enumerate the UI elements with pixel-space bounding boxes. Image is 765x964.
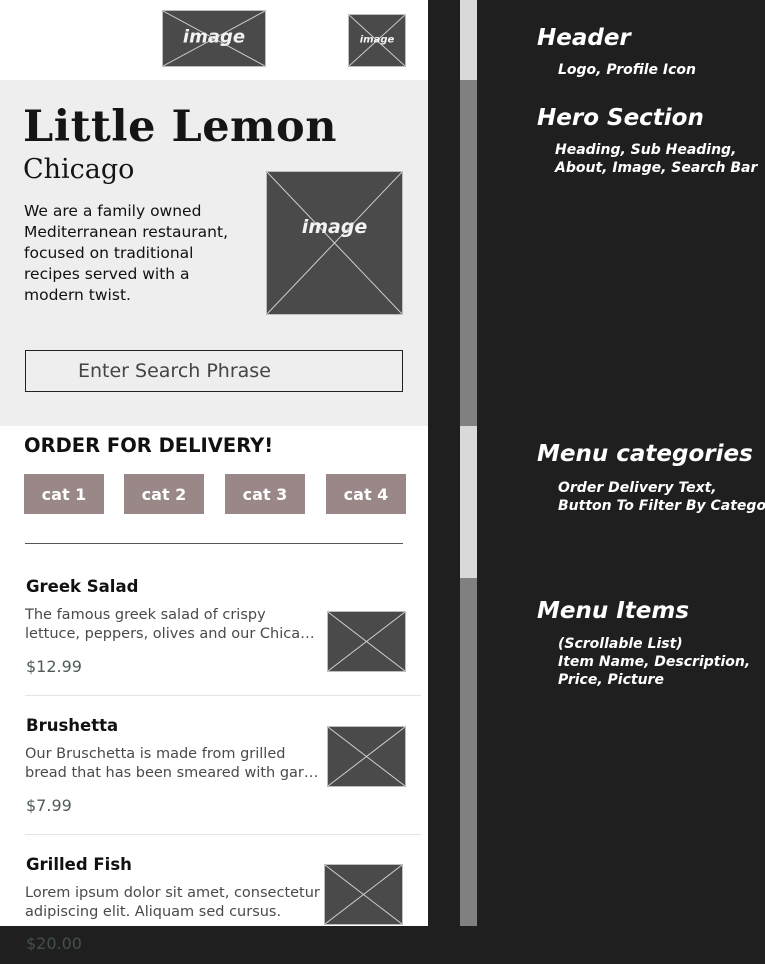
annotation-line: Order Delivery Text,: [558, 480, 717, 496]
annotation-line: Heading, Sub Heading,: [555, 142, 737, 158]
item-description-line: Our Bruschetta is made from grilled: [25, 746, 286, 762]
hero-title: Little Lemon: [23, 102, 337, 152]
annotation-header-title: Header: [537, 25, 631, 51]
phone-screen: image image Little Lemon Chicago We are …: [0, 0, 428, 926]
item-description: Our Bruschetta is made from grilled brea…: [25, 745, 321, 783]
hero-image-label: image: [301, 215, 368, 238]
annotation-line: Button To Filter By Category: [558, 498, 765, 514]
item-separator: [25, 695, 421, 696]
item-separator: [25, 834, 421, 835]
item-image: [327, 611, 406, 672]
item-description: Lorem ipsum dolor sit amet, consectetur …: [25, 884, 321, 922]
search-placeholder: Enter Search Phrase: [78, 360, 271, 382]
profile-icon[interactable]: image: [348, 14, 406, 67]
category-button-3[interactable]: cat 3: [225, 474, 305, 514]
annotation-line: Logo, Profile Icon: [558, 62, 697, 78]
annotation-items-title: Menu Items: [537, 598, 690, 624]
logo-image-label: image: [182, 25, 246, 47]
about-line: We are a family owned: [24, 202, 202, 220]
annotation-header-text: Logo, Profile Icon: [558, 61, 696, 79]
annotation-items-text: (Scrollable List) Item Name, Description…: [558, 635, 750, 689]
annotation-categories-text: Order Delivery Text, Button To Filter By…: [558, 479, 765, 515]
bottom-bar: [0, 926, 765, 964]
order-delivery-text: ORDER FOR DELIVERY!: [24, 434, 274, 457]
menu-categories: ORDER FOR DELIVERY! cat 1 cat 2 cat 3 ca…: [0, 426, 428, 578]
annotation-line: Price, Picture: [558, 672, 664, 688]
section-strip-categories: [460, 426, 477, 578]
about-line: focused on traditional: [24, 244, 194, 262]
item-description-line: Lorem ipsum dolor sit amet, consectetur: [25, 885, 320, 901]
header: image image: [0, 0, 428, 80]
item-description-line: adipiscing elit. Aliquam sed cursus.: [25, 904, 282, 920]
hero-section: Little Lemon Chicago We are a family own…: [0, 80, 428, 426]
item-price: $12.99: [26, 657, 82, 676]
item-price: $7.99: [26, 796, 72, 815]
annotation-hero-text: Heading, Sub Heading, About, Image, Sear…: [555, 141, 757, 177]
item-price: $20.00: [26, 934, 82, 953]
menu-item[interactable]: Greek Salad The famous greek salad of cr…: [0, 577, 428, 695]
section-strip-header: [460, 0, 477, 80]
about-line: modern twist.: [24, 286, 131, 304]
item-name: Brushetta: [26, 716, 119, 735]
profile-icon-label: image: [359, 33, 395, 45]
category-button-1[interactable]: cat 1: [24, 474, 104, 514]
item-description: The famous greek salad of crispy lettuce…: [25, 606, 321, 644]
menu-item[interactable]: Grilled Fish Lorem ipsum dolor sit amet,…: [0, 855, 428, 926]
item-image: [327, 726, 406, 787]
item-description-line: lettuce, peppers, olives and our Chicago…: [25, 626, 321, 642]
category-button-4[interactable]: cat 4: [326, 474, 406, 514]
item-image: [324, 864, 403, 925]
item-description-line: bread that has been smeared with garlic …: [25, 765, 321, 781]
item-name: Greek Salad: [26, 577, 139, 596]
annotation-categories-title: Menu categories: [537, 441, 753, 467]
item-name: Grilled Fish: [26, 855, 132, 874]
category-button-2[interactable]: cat 2: [124, 474, 204, 514]
logo-image: image: [162, 10, 266, 67]
hero-image: image: [266, 171, 403, 315]
annotation-line: (Scrollable List): [558, 636, 683, 652]
about-line: recipes served with a: [24, 265, 190, 283]
item-description-line: The famous greek salad of crispy: [25, 607, 266, 623]
section-strip-items: [460, 578, 477, 926]
hero-about-text: We are a family owned Mediterranean rest…: [24, 201, 256, 306]
annotation-line: Item Name, Description,: [558, 654, 751, 670]
hero-subtitle: Chicago: [23, 154, 135, 185]
search-input[interactable]: Enter Search Phrase: [25, 350, 403, 392]
about-line: Mediterranean restaurant,: [24, 223, 228, 241]
menu-item[interactable]: Brushetta Our Bruschetta is made from gr…: [0, 716, 428, 834]
divider: [25, 543, 403, 544]
annotation-hero-title: Hero Section: [537, 105, 704, 131]
section-strip-hero: [460, 80, 477, 426]
annotation-line: About, Image, Search Bar: [555, 160, 758, 176]
